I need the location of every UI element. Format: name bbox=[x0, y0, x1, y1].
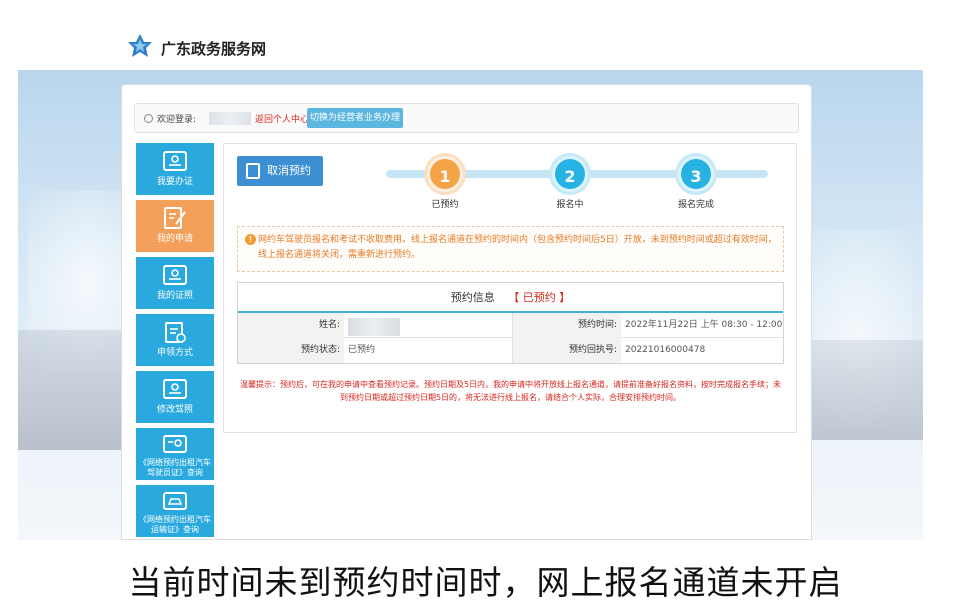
sidebar-item-modify-license[interactable]: 修改驾照 bbox=[136, 371, 214, 423]
site-title[interactable]: 广东政务服务网 bbox=[161, 38, 266, 59]
state-value: 已预约 bbox=[348, 345, 376, 355]
bg-city bbox=[18, 330, 123, 450]
gov-logo-icon bbox=[128, 34, 152, 57]
sidebar-item-label: 我的证照 bbox=[156, 291, 193, 301]
receipt-label: 预约回执号: bbox=[513, 338, 621, 363]
notice-text: 网约车驾驶员报名和考试不收取费用。线上报名通道在预约的时间内（包含预约时间后5日… bbox=[258, 235, 777, 260]
bg-city bbox=[808, 340, 923, 440]
sidebar-item-label: 修改驾照 bbox=[156, 405, 193, 415]
table-row: 姓名: 预约时间: 2022年11月22日 上午 08:30 - 12:00 bbox=[238, 313, 783, 338]
content-area: 取消预约 1 2 3 已预约 报名中 报名完成 ! 网约车驾驶员报名和考试不收取… bbox=[223, 143, 797, 433]
main-panel: 欢迎登录: 返回个人中心 切换为经营者业务办理 我要办证 我的申请 我的证照 申… bbox=[121, 84, 812, 540]
car-card-icon bbox=[163, 492, 187, 510]
cancel-button-label: 取消预约 bbox=[267, 164, 311, 177]
sidebar-item-label: 申领方式 bbox=[156, 348, 193, 358]
info-icon: ! bbox=[245, 234, 256, 245]
time-value: 2022年11月22日 上午 08:30 - 12:00 bbox=[625, 320, 783, 330]
step-3-indicator: 3 bbox=[678, 156, 714, 192]
appointment-info-table: 预约信息 【 已预约 】 姓名: 预约时间: 2022年11月22日 上午 08… bbox=[237, 282, 784, 364]
driver-card-icon bbox=[163, 435, 187, 453]
masked-username bbox=[209, 112, 251, 125]
step-3-label: 报名完成 bbox=[677, 200, 714, 210]
welcome-bar: 欢迎登录: 返回个人中心 切换为经营者业务办理 bbox=[134, 103, 799, 133]
name-label: 姓名: bbox=[238, 313, 344, 338]
step-1-indicator: 1 bbox=[427, 156, 463, 192]
step-2-indicator: 2 bbox=[552, 156, 588, 192]
state-label: 预约状态: bbox=[238, 338, 344, 363]
caption-text: 当前时间未到预约时间时，网上报名通道未开启 bbox=[128, 563, 843, 602]
edit-document-icon bbox=[164, 207, 186, 229]
cancel-appointment-button[interactable]: 取消预约 bbox=[237, 156, 323, 186]
sidebar-item-label: 我要办证 bbox=[156, 177, 193, 187]
step-2-label: 报名中 bbox=[556, 200, 584, 210]
info-title: 预约信息 bbox=[450, 291, 495, 304]
masked-name bbox=[348, 318, 400, 336]
id-card-icon bbox=[163, 379, 187, 399]
warm-tip: 温馨提示：预约后，可在我的申请中查看预约记录。预约日期及5日内，我的申请中将开放… bbox=[239, 380, 782, 402]
info-header: 预约信息 【 已预约 】 bbox=[238, 283, 783, 313]
sidebar-item-label: 《网络预约出租汽车运输证》查询 bbox=[139, 515, 211, 534]
clipboard-check-icon bbox=[165, 322, 186, 343]
switch-business-button[interactable]: 切换为经营者业务办理 bbox=[307, 108, 403, 128]
sidebar-item-label: 《网络预约出租汽车驾驶员证》查询 bbox=[139, 458, 211, 477]
user-icon bbox=[144, 114, 153, 123]
step-1-label: 已预约 bbox=[431, 200, 459, 210]
sidebar-item-my-licenses[interactable]: 我的证照 bbox=[136, 257, 214, 309]
sidebar-item-driver-certificate-query[interactable]: 《网络预约出租汽车驾驶员证》查询 bbox=[136, 428, 214, 480]
return-personal-center-link[interactable]: 返回个人中心 bbox=[255, 112, 309, 125]
document-icon bbox=[246, 163, 260, 179]
time-label: 预约时间: bbox=[513, 313, 621, 338]
receipt-value: 20221016000478 bbox=[625, 345, 706, 355]
table-row: 预约状态: 已预约 预约回执号: 20221016000478 bbox=[238, 338, 783, 363]
sidebar: 我要办证 我的申请 我的证照 申领方式 修改驾照 《网络预约出租汽车驾驶员证》查… bbox=[136, 143, 214, 542]
sidebar-item-apply[interactable]: 我要办证 bbox=[136, 143, 214, 195]
sidebar-item-my-applications[interactable]: 我的申请 bbox=[136, 200, 214, 252]
sidebar-item-transport-certificate-query[interactable]: 《网络预约出租汽车运输证》查询 bbox=[136, 485, 214, 537]
top-header: 广东政务服务网 bbox=[0, 0, 971, 70]
sidebar-item-claim-method[interactable]: 申领方式 bbox=[136, 314, 214, 366]
sidebar-item-label: 我的申请 bbox=[156, 234, 193, 244]
notice-box: ! 网约车驾驶员报名和考试不收取费用。线上报名通道在预约的时间内（包含预约时间后… bbox=[237, 226, 784, 272]
welcome-text: 欢迎登录: bbox=[157, 115, 197, 125]
license-icon bbox=[163, 265, 187, 285]
id-card-icon bbox=[163, 151, 187, 171]
status-badge: 【 已预约 】 bbox=[508, 291, 571, 304]
